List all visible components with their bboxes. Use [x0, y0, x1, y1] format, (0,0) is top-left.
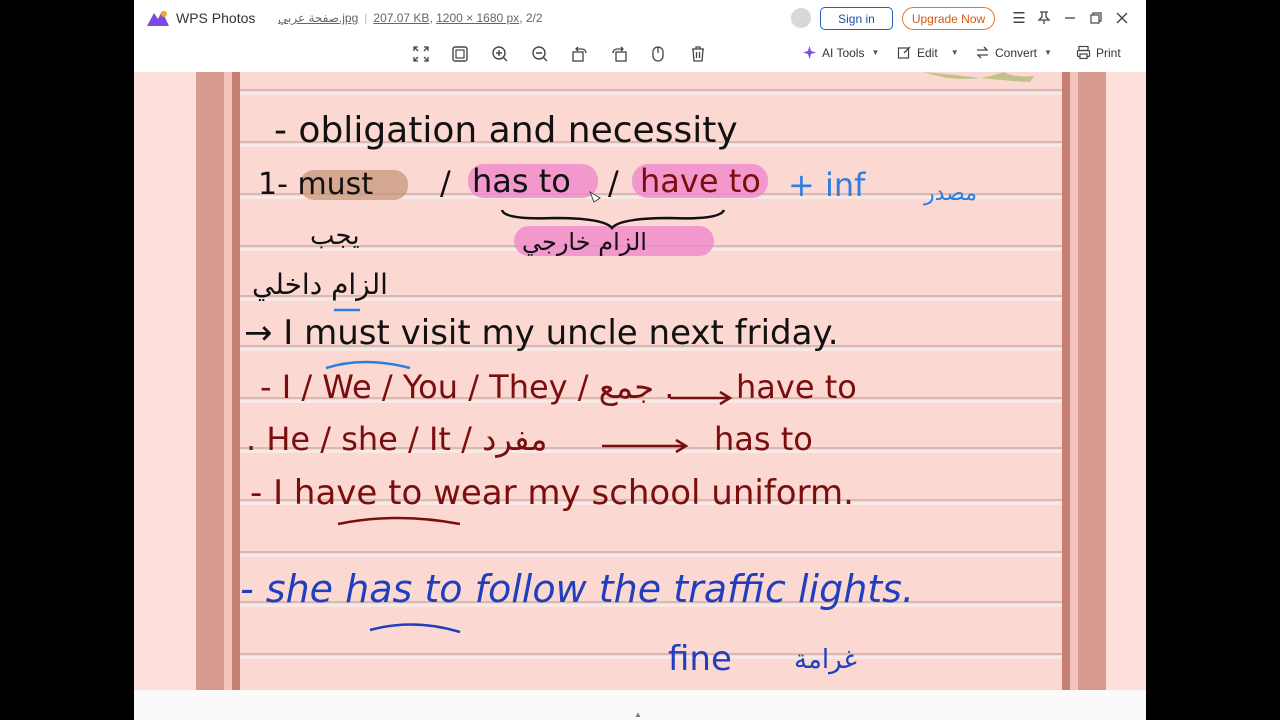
note-arabic-external: الزام خارجي: [522, 228, 647, 256]
sign-in-button[interactable]: Sign in: [820, 7, 893, 30]
app-name: WPS Photos: [176, 10, 256, 26]
zoom-in-icon[interactable]: [489, 43, 511, 65]
print-button[interactable]: Print: [1076, 45, 1121, 60]
pin-icon[interactable]: [1034, 8, 1054, 28]
title-bar: WPS Photos صفحة عربي.jpg | 207.07 KB, 1200…: [134, 0, 1146, 36]
page-index: 2/2: [525, 11, 543, 25]
note-slash-2: /: [608, 164, 619, 202]
ai-tools-button[interactable]: AI Tools ▼: [802, 45, 879, 60]
wps-photos-logo-icon: [147, 11, 169, 26]
toolbar: AI Tools ▼ Edit ▼ Convert ▼ Print: [134, 36, 1146, 72]
note-example-has-to: - she has to follow the traffic lights.: [240, 567, 914, 611]
note-arabic-infinitive: مصدر: [923, 181, 977, 206]
user-avatar-icon[interactable]: [791, 8, 811, 28]
print-label: Print: [1096, 45, 1121, 60]
printer-icon: [1076, 45, 1091, 60]
expand-thumbnails-icon[interactable]: ▲: [634, 710, 642, 719]
convert-label: Convert: [995, 45, 1038, 60]
note-plural-subjects: - I / We / You / They / جمع .: [260, 368, 674, 406]
rotate-right-icon[interactable]: [609, 43, 631, 65]
note-arabic-must: يجب: [310, 221, 360, 251]
bottom-bar: ▲: [134, 690, 1146, 720]
note-slash-1: /: [440, 164, 451, 202]
note-have-to-plural: have to: [736, 368, 857, 406]
file-name[interactable]: صفحة عربي.jpg: [278, 11, 358, 25]
minimize-icon[interactable]: [1060, 8, 1080, 28]
trash-icon[interactable]: [687, 43, 709, 65]
convert-icon: [976, 46, 989, 59]
edit-button[interactable]: Edit ▼: [897, 45, 959, 60]
note-have-to: have to: [640, 162, 761, 200]
restore-icon[interactable]: [1086, 8, 1106, 28]
file-info: صفحة عربي.jpg | 207.07 KB, 1200 × 1680 px,…: [278, 11, 543, 25]
edit-icon: [897, 46, 911, 59]
image-viewer[interactable]: - obligation and necessity 1- must / has…: [134, 72, 1146, 690]
upgrade-now-button[interactable]: Upgrade Now: [902, 7, 995, 30]
note-singular-subjects: . He / she / It / مفرد: [246, 420, 547, 458]
note-example-have-to: - I have to wear my school uniform.: [250, 473, 854, 513]
note-word-fine-arabic: غرامة: [794, 645, 857, 675]
note-has-to: has to: [472, 162, 571, 200]
note-plus-inf: + inf: [788, 166, 866, 204]
close-icon[interactable]: [1112, 8, 1132, 28]
rotate-left-icon[interactable]: [568, 43, 590, 65]
app-window: WPS Photos صفحة عربي.jpg | 207.07 KB, 1200…: [134, 0, 1146, 720]
ai-tools-label: AI Tools: [822, 45, 865, 60]
zoom-out-icon[interactable]: [529, 43, 551, 65]
fit-screen-icon[interactable]: [410, 43, 432, 65]
note-example-must: → I must visit my uncle next friday.: [244, 313, 839, 353]
file-size: 207.07 KB: [373, 11, 430, 25]
image-dimensions: 1200 × 1680 px: [436, 11, 520, 25]
actual-size-icon[interactable]: [449, 43, 471, 65]
sparkle-icon: [803, 46, 816, 59]
note-has-to-singular: has to: [714, 420, 813, 458]
note-line-title: - obligation and necessity: [274, 110, 738, 151]
flip-icon[interactable]: [647, 43, 669, 65]
menu-icon[interactable]: ☰: [1009, 8, 1029, 28]
note-arabic-internal: الزام داخلي: [252, 268, 388, 301]
note-word-fine: fine: [668, 639, 732, 679]
edit-label: Edit: [917, 45, 938, 60]
convert-button[interactable]: Convert ▼: [975, 45, 1052, 60]
notebook-page-image: - obligation and necessity 1- must / has…: [134, 72, 1146, 690]
note-must: 1- must: [258, 167, 373, 202]
